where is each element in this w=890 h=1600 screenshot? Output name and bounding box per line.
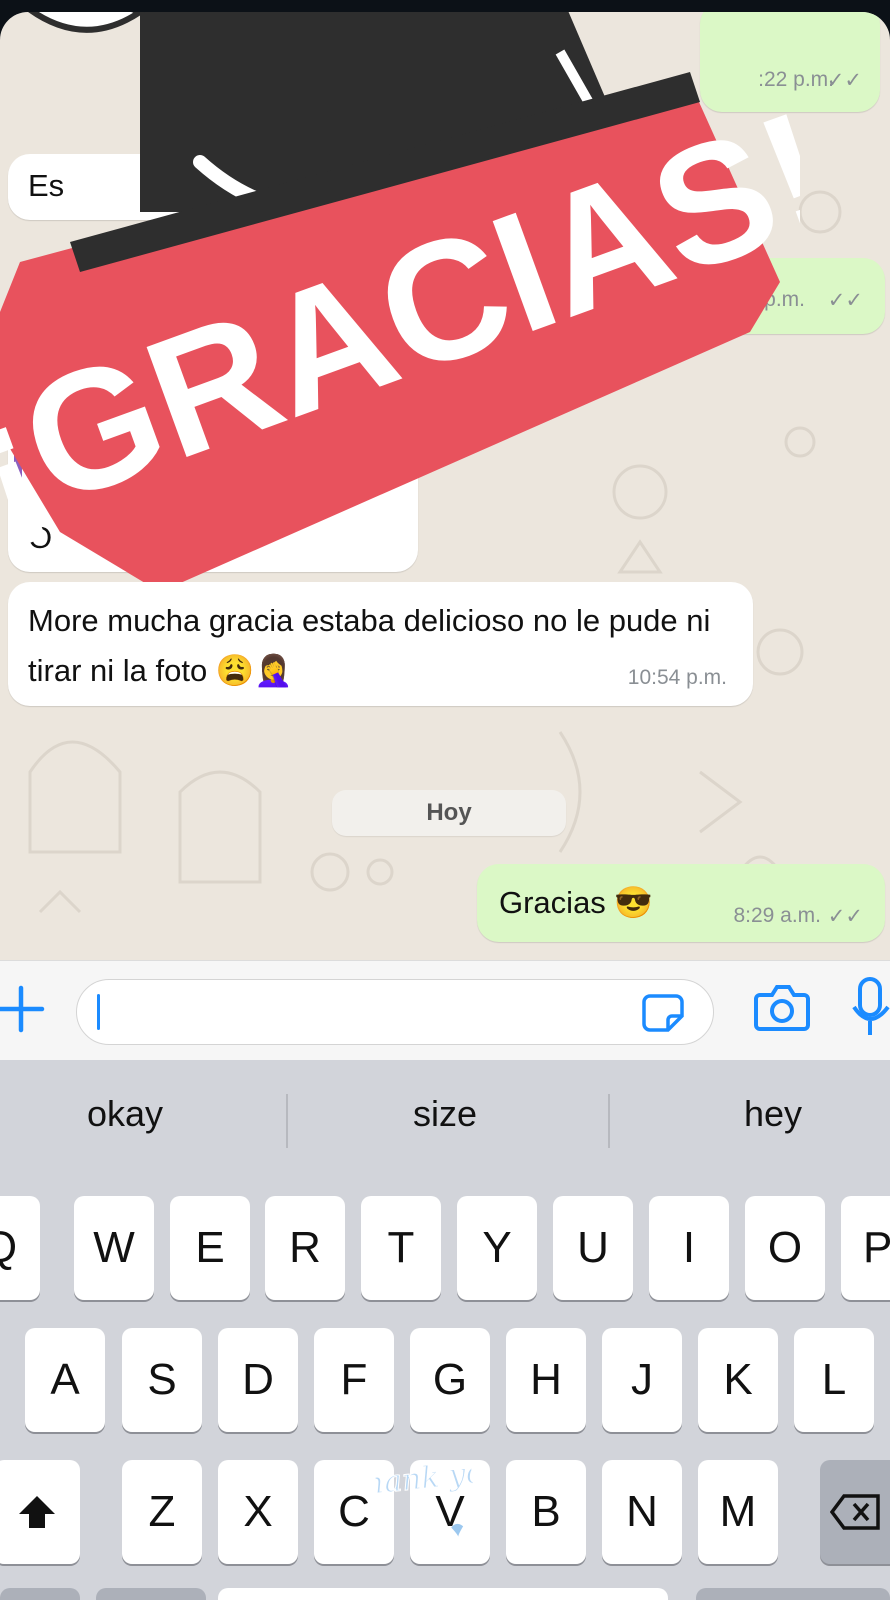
read-receipt-icon: ✓✓ (827, 905, 863, 928)
numbers-key[interactable] (0, 1588, 80, 1600)
key-w[interactable]: W (74, 1196, 154, 1300)
emoji-key[interactable] (96, 1588, 206, 1600)
key-u[interactable]: U (553, 1196, 633, 1300)
key-k[interactable]: K (698, 1328, 778, 1432)
suggestion-divider (608, 1094, 610, 1148)
delete-key[interactable] (820, 1460, 890, 1564)
thank-you-sticker: Thank you (373, 1452, 479, 1537)
shift-key[interactable] (0, 1460, 80, 1564)
message-bubble-outgoing[interactable]: Gracias 😎 8:29 a.m. ✓✓ (477, 864, 885, 942)
return-key[interactable] (696, 1588, 890, 1600)
key-y[interactable]: Y (457, 1196, 537, 1300)
key-p[interactable]: P (841, 1196, 890, 1300)
keyboard: okay size hey Q W E R T Y U I O P A S D … (0, 1060, 890, 1600)
key-d[interactable]: D (218, 1328, 298, 1432)
message-bubble-incoming[interactable]: More mucha gracia estaba delicioso no le… (8, 582, 753, 706)
chat-screen: :22 p.m. ✓✓ Es 22 p.m. ✓✓ O ¡GRACIAS! Mo… (0, 12, 890, 1600)
read-receipt-icon: ✓✓ (827, 289, 863, 312)
suggestion-size[interactable]: size (300, 1060, 590, 1168)
gracias-sticker: ¡GRACIAS! (0, 12, 800, 592)
sticker-text: Thank you (373, 1453, 479, 1504)
message-time: 8:29 a.m. (733, 904, 821, 927)
key-f[interactable]: F (314, 1328, 394, 1432)
suggestion-hey[interactable]: hey (628, 1060, 890, 1168)
day-separator: Hoy (332, 790, 566, 836)
suggestion-okay[interactable]: okay (0, 1060, 270, 1168)
read-receipt-icon: ✓✓ (826, 69, 862, 92)
key-l[interactable]: L (794, 1328, 874, 1432)
message-composer (0, 960, 890, 1061)
key-s[interactable]: S (122, 1328, 202, 1432)
key-r[interactable]: R (265, 1196, 345, 1300)
key-i[interactable]: I (649, 1196, 729, 1300)
key-z[interactable]: Z (122, 1460, 202, 1564)
key-b[interactable]: B (506, 1460, 586, 1564)
sticker-icon[interactable] (642, 992, 688, 1032)
text-caret (97, 994, 100, 1030)
key-g[interactable]: G (410, 1328, 490, 1432)
key-q[interactable]: Q (0, 1196, 40, 1300)
camera-icon[interactable] (754, 983, 810, 1033)
key-j[interactable]: J (602, 1328, 682, 1432)
plus-icon[interactable] (0, 981, 48, 1037)
space-key[interactable] (218, 1588, 668, 1600)
key-h[interactable]: H (506, 1328, 586, 1432)
key-e[interactable]: E (170, 1196, 250, 1300)
message-time: 10:54 p.m. (627, 666, 727, 689)
message-text: Gracias 😎 (499, 885, 654, 920)
microphone-icon[interactable] (852, 975, 890, 1039)
message-input[interactable] (76, 979, 714, 1045)
suggestion-divider (286, 1094, 288, 1148)
key-t[interactable]: T (361, 1196, 441, 1300)
backspace-icon (829, 1494, 880, 1530)
key-m[interactable]: M (698, 1460, 778, 1564)
key-x[interactable]: X (218, 1460, 298, 1564)
key-n[interactable]: N (602, 1460, 682, 1564)
shift-icon (19, 1496, 55, 1528)
key-a[interactable]: A (25, 1328, 105, 1432)
key-o[interactable]: O (745, 1196, 825, 1300)
